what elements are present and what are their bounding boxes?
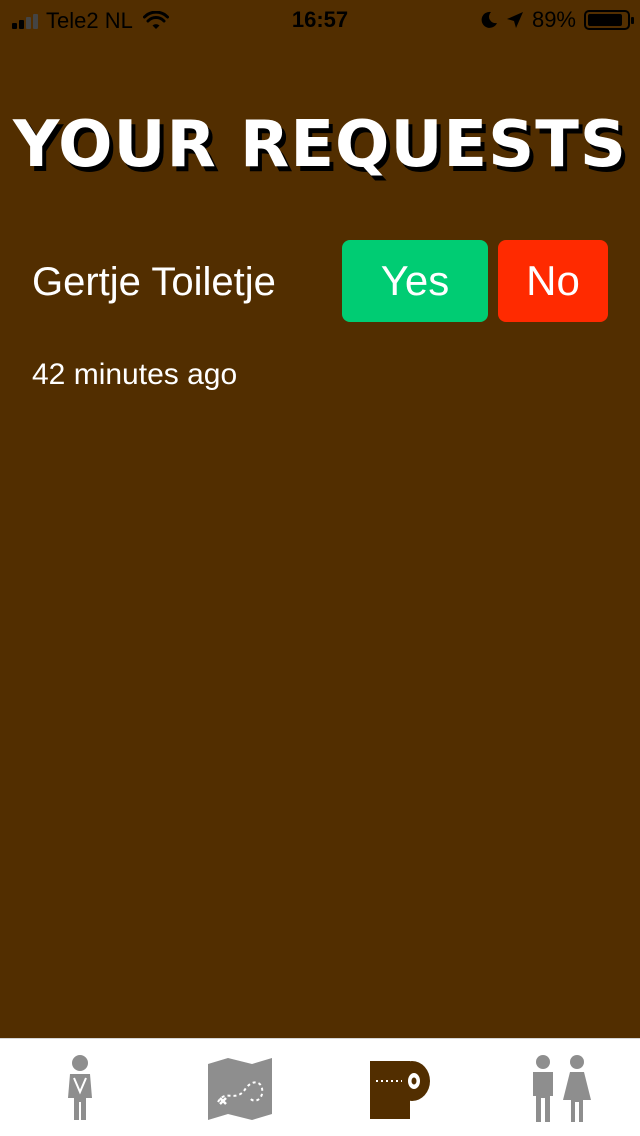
battery-percent: 89% xyxy=(531,7,576,32)
location-arrow-icon xyxy=(506,12,523,28)
moon-icon xyxy=(481,11,497,28)
accept-button[interactable]: Yes xyxy=(342,240,488,322)
person-waiting-icon xyxy=(68,1055,92,1120)
toilet-paper-icon xyxy=(370,1061,430,1119)
tab-map[interactable] xyxy=(200,1049,280,1129)
tab-person-waiting[interactable] xyxy=(40,1049,120,1129)
request-timestamp: 42 minutes ago xyxy=(32,358,238,391)
treasure-map-icon xyxy=(208,1058,272,1120)
page-title: YOUR REQUESTS xyxy=(13,108,627,182)
requester-name: Gertje Toiletje xyxy=(32,260,276,304)
requests-screen: Tele2 NL 16:57 89% YOUR REQUESTS Gertje … xyxy=(0,0,640,1136)
decline-button[interactable]: No xyxy=(498,240,608,322)
request-row: Gertje Toiletje Yes No xyxy=(32,240,608,322)
man-woman-icon xyxy=(533,1055,591,1122)
status-right: 89% xyxy=(480,7,634,33)
battery-icon xyxy=(584,10,634,30)
tab-requests[interactable] xyxy=(360,1049,440,1129)
tab-people[interactable] xyxy=(520,1049,600,1129)
tab-bar xyxy=(0,1038,640,1136)
status-bar: Tele2 NL 16:57 89% xyxy=(0,0,640,40)
